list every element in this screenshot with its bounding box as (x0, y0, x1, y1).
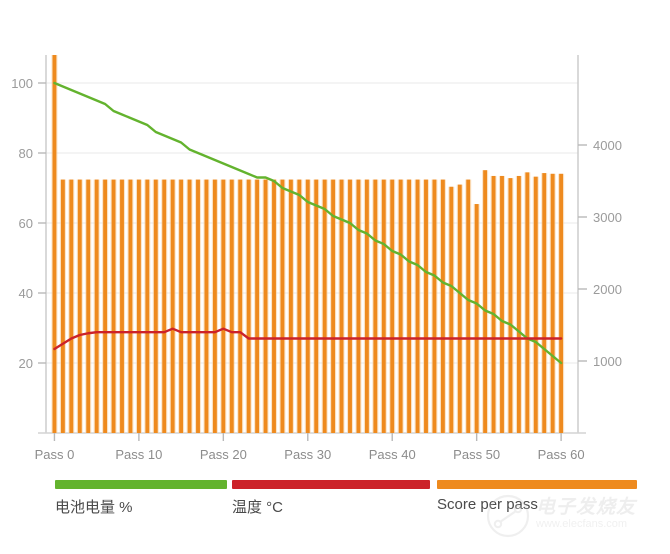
bar (297, 179, 302, 433)
bar (440, 179, 445, 433)
legend-item-score[interactable]: Score per pass (437, 480, 637, 513)
y-axis-left-tick-label: 100 (11, 76, 33, 91)
bar (136, 179, 141, 433)
legend-label-temperature: 温度 °C (232, 499, 283, 516)
bar (145, 179, 150, 433)
legend-swatch-temperature (232, 480, 430, 489)
bar (457, 184, 462, 433)
bar (533, 176, 538, 433)
chart-container: 20 40 60 80 100 1000 2000 3000 4000 Pass 0 Pass 10… (0, 0, 670, 554)
y-axis-right-tick-label: 2000 (593, 282, 622, 297)
bar (238, 179, 243, 433)
bar (339, 179, 344, 433)
bar (263, 179, 268, 433)
bar (111, 179, 116, 433)
bar (179, 179, 184, 433)
bar (491, 175, 496, 433)
x-axis-tick-label: Pass 40 (369, 447, 416, 462)
bar (348, 179, 352, 433)
bar (52, 55, 57, 433)
y-axis-right-tick-label: 1000 (593, 354, 622, 369)
y-axis-left-tick-label: 20 (19, 356, 33, 371)
bar (474, 204, 479, 433)
y-axis-right-tick-label: 3000 (593, 210, 622, 225)
bar (196, 179, 200, 433)
bar (449, 186, 454, 433)
bar (424, 179, 428, 433)
bar (508, 178, 513, 433)
x-axis-tick-label: Pass 50 (453, 447, 500, 462)
combo-chart-plot: 20 40 60 80 100 1000 2000 3000 4000 Pass 0 Pass 10… (11, 55, 622, 462)
bar (525, 172, 530, 434)
bar (500, 175, 504, 433)
bar (542, 173, 547, 433)
bar (398, 179, 403, 433)
legend-swatch-score (437, 480, 637, 489)
bar (77, 179, 82, 433)
bar (516, 175, 521, 433)
bar (60, 179, 65, 433)
bar (204, 179, 209, 433)
x-axis-tick-label: Pass 30 (284, 447, 331, 462)
bar (314, 179, 319, 433)
bar (69, 179, 74, 433)
bar-series-score (51, 55, 565, 434)
bar (170, 179, 175, 433)
bar (128, 179, 133, 433)
bar (94, 179, 99, 433)
y-axis-left-tick-label: 40 (19, 286, 33, 301)
bar (187, 179, 192, 433)
bar (364, 179, 369, 433)
bar (255, 179, 260, 433)
bar (432, 179, 437, 433)
bar (221, 179, 226, 433)
legend-item-temperature[interactable]: 温度 °C (232, 480, 430, 517)
chart-legend: 电池电量 % 温度 °C Score per pass (0, 480, 670, 554)
bar (246, 179, 251, 433)
bar (559, 173, 564, 434)
bar (120, 179, 124, 433)
bar (407, 179, 412, 433)
x-axis-tick-label: Pass 10 (115, 447, 162, 462)
legend-item-battery[interactable]: 电池电量 % (55, 480, 227, 517)
bar (162, 179, 167, 433)
legend-label-score: Score per pass (437, 496, 538, 513)
x-axis-tick-label: Pass 0 (35, 447, 75, 462)
y-axis-left-tick-label: 80 (19, 146, 33, 161)
bar (373, 179, 378, 433)
y-axis-left-tick-label: 60 (19, 216, 33, 231)
bar (212, 179, 217, 433)
bar (415, 179, 420, 433)
legend-swatch-battery (55, 480, 227, 489)
bar (103, 179, 108, 433)
y-axis-right-tick-label: 4000 (593, 138, 622, 153)
bar (288, 179, 293, 433)
bar (280, 179, 285, 433)
bar (483, 170, 488, 433)
bar (381, 179, 386, 433)
bar (356, 179, 361, 433)
bar (229, 179, 234, 433)
x-axis-tick-label: Pass 20 (200, 447, 247, 462)
bar (390, 179, 395, 433)
bar (322, 179, 327, 433)
bar (466, 179, 471, 433)
bar (550, 173, 555, 434)
bar (86, 179, 91, 433)
legend-label-battery: 电池电量 % (55, 499, 133, 516)
bar (305, 179, 310, 433)
bar (153, 179, 158, 433)
bar (272, 179, 276, 433)
x-axis-tick-label: Pass 60 (538, 447, 585, 462)
